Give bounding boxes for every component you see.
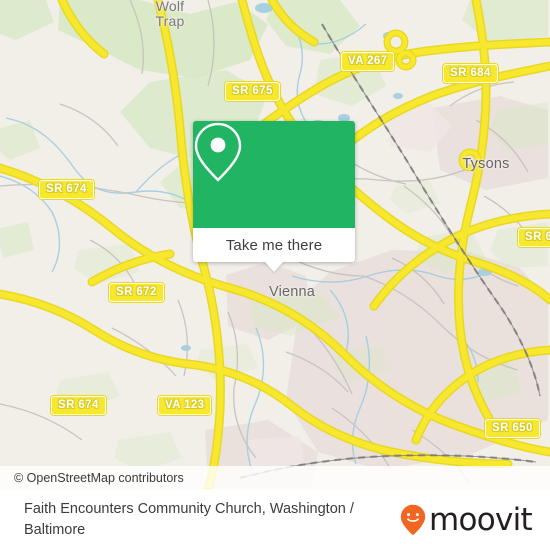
popup-header (193, 121, 355, 228)
route-shield-sr-684: SR 684 (443, 64, 498, 83)
route-shield-va-267: VA 267 (341, 52, 395, 71)
footer-bar: Faith Encounters Community Church, Washi… (0, 490, 550, 550)
route-shield-sr-674-north: SR 674 (39, 180, 94, 199)
map-pin-icon (194, 122, 242, 182)
popup-action-label: Take me there (225, 236, 323, 254)
route-shield-sr-650-east: SR 650 (518, 228, 550, 247)
map-screenshot: Wolf Trap Tysons Vienna SR 675 VA 267 SR… (0, 0, 550, 550)
moovit-pin-smiley-icon (400, 504, 426, 536)
route-shield-sr-672: SR 672 (109, 283, 164, 302)
route-shield-sr-674-south: SR 674 (51, 396, 106, 415)
moovit-wordmark: moovit (428, 502, 533, 538)
route-shield-sr-650-south: SR 650 (485, 419, 540, 438)
map-canvas[interactable]: Wolf Trap Tysons Vienna SR 675 VA 267 SR… (0, 0, 550, 490)
destination-popup[interactable]: Take me there (193, 121, 355, 272)
popup-action[interactable]: Take me there (193, 228, 355, 262)
route-shield-va-123: VA 123 (158, 396, 212, 415)
map-attribution-text: © OpenStreetMap contributors (14, 471, 184, 485)
map-attribution[interactable]: © OpenStreetMap contributors (0, 466, 550, 490)
location-title: Faith Encounters Community Church, Washi… (24, 501, 354, 538)
moovit-logo[interactable]: moovit (400, 504, 536, 536)
popup-tail-icon (264, 261, 284, 272)
route-shield-sr-675: SR 675 (225, 82, 280, 101)
